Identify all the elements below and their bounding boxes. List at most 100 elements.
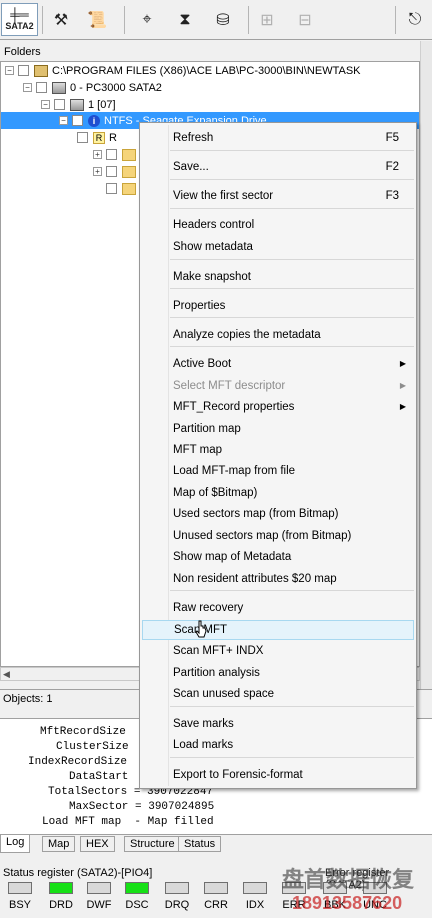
log-line: DataStart [69,771,129,783]
expand-icon[interactable]: + [93,167,102,176]
menu-item-non-resident-attributes-20-map[interactable]: Non resident attributes $20 map [142,569,414,589]
status-register-title: Status register (SATA2)-[PIO4] [3,867,153,879]
menu-item-load-marks[interactable]: Load marks [142,735,414,755]
menu-item-label: Headers control [173,219,255,231]
menu-separator [170,757,414,758]
folders-header: Folders [4,46,41,58]
status-led-drd [49,882,73,894]
menu-item-mft-map[interactable]: MFT map [142,440,414,460]
menu-item-select-mft-descriptor: Select MFT descriptor ▶ [142,376,414,396]
menu-item-view-the-first-sector[interactable]: View the first sector F3 [142,186,414,206]
menu-item-properties[interactable]: Properties [142,296,414,316]
menu-item-mft-record-properties[interactable]: MFT_Record properties ▶ [142,397,414,417]
log-line: Load MFT map - Map filled [42,816,214,828]
tree-node-folder[interactable] [106,180,140,197]
tab-map[interactable]: Map [42,836,76,852]
menu-separator [170,288,414,289]
menu-item-label: Show map of Metadata [173,551,292,563]
menu-item-label: Export to Forensic-format [173,769,303,781]
tab-hex[interactable]: HEX [80,836,115,852]
status-led-label: DWF [86,899,112,911]
tab-log[interactable]: Log [0,835,31,853]
collapse-icon[interactable]: − [59,116,68,125]
drive-icon [52,81,66,94]
tree-node-device[interactable]: − 0 - PC3000 SATA2 [23,79,162,96]
transfer-icon[interactable]: ⧗ [172,3,198,36]
menu-item-unused-sectors-map-from-bitmap[interactable]: Unused sectors map (from Bitmap) [142,526,414,546]
menu-item-shortcut: F5 [385,132,399,144]
sata2-label: SATA2 [5,20,34,31]
menu-separator [170,259,414,260]
exit-icon[interactable]: ⎋ [402,3,428,36]
expand-icon[interactable]: + [93,150,102,159]
menu-item-save[interactable]: Save... F2 [142,157,414,177]
tools-icon[interactable]: ⚒ [48,3,74,36]
tree-node-label: C:\PROGRAM FILES (X86)\ACE LAB\PC-3000\B… [52,64,361,77]
checkbox[interactable] [106,166,117,177]
folder-icon [122,148,136,161]
menu-item-label: MFT_Record properties [173,401,295,413]
menu-item-label: View the first sector [173,190,274,202]
status-led-drq [165,882,189,894]
binoculars-icon[interactable]: ⌖ [134,3,160,36]
menu-item-scan-mft-indx[interactable]: Scan MFT+ INDX [142,641,414,661]
menu-item-partition-analysis[interactable]: Partition analysis [142,663,414,683]
toolbar: ╪═ SATA2 ⚒ 📜 ⌖ ⧗ ⛁ ⊞ ⊟ ⎋ [0,0,432,40]
menu-item-scan-mft[interactable]: Scan MFT [142,620,414,640]
checkbox[interactable] [77,132,88,143]
menu-item-active-boot[interactable]: Active Boot ▶ [142,354,414,374]
scroll-left-icon[interactable]: ◀ [3,669,10,680]
menu-item-headers-control[interactable]: Headers control [142,215,414,235]
menu-item-label: Refresh [173,132,214,144]
menu-item-scan-unused-space[interactable]: Scan unused space [142,684,414,704]
collapse-icon[interactable]: − [5,66,14,75]
menu-separator [170,150,414,151]
vertical-scrollbar[interactable] [420,41,432,689]
menu-item-analyze-copies-the-metadata[interactable]: Analyze copies the metadata [142,325,414,345]
status-led-bsy [8,882,32,894]
menu-item-load-mft-map-from-file[interactable]: Load MFT-map from file [142,461,414,481]
tree-node-folder[interactable]: + [93,163,140,180]
menu-item-export-to-forensic-format[interactable]: Export to Forensic-format [142,765,414,785]
tree-node-partition-group[interactable]: − 1 [07] [41,96,116,113]
toolbar-separator [42,6,43,34]
menu-item-show-metadata[interactable]: Show metadata [142,237,414,257]
tree-node-r[interactable]: R R [77,129,117,146]
menu-item-label: MFT map [173,444,222,456]
tree-node-folder[interactable]: + [93,146,140,163]
menu-separator [170,179,414,180]
menu-item-save-marks[interactable]: Save marks [142,714,414,734]
checkbox[interactable] [36,82,47,93]
checkbox[interactable] [106,149,117,160]
menu-item-partition-map[interactable]: Partition map [142,419,414,439]
collapse-icon[interactable]: − [23,83,32,92]
checkbox[interactable] [106,183,117,194]
disk-read-icon[interactable]: ⛁ [210,3,236,36]
sata2-port-button[interactable]: ╪═ SATA2 [1,3,38,36]
menu-item-label: Make snapshot [173,271,251,283]
collapse-icon[interactable]: − [41,100,50,109]
menu-item-map-of-bitmap[interactable]: Map of $Bitmap) [142,483,414,503]
menu-item-label: Map of $Bitmap) [173,487,258,499]
tab-structure[interactable]: Structure [124,836,181,852]
menu-item-label: Used sectors map (from Bitmap) [173,508,339,520]
checkbox[interactable] [18,65,29,76]
tree-node-root[interactable]: − C:\PROGRAM FILES (X86)\ACE LAB\PC-3000… [5,62,361,79]
menu-item-label: Analyze copies the metadata [173,329,321,341]
tab-status[interactable]: Status [178,836,222,852]
menu-separator [170,317,414,318]
log-line: MftRecordSize [40,726,126,738]
bottom-tabs: Log Map HEX Structure Status [0,834,432,853]
menu-item-raw-recovery[interactable]: Raw recovery [142,598,414,618]
menu-item-label: Unused sectors map (from Bitmap) [173,530,352,542]
status-led-idx [243,882,267,894]
checkbox[interactable] [72,115,83,126]
scroll-icon[interactable]: 📜 [84,3,110,36]
menu-item-show-map-of-metadata[interactable]: Show map of Metadata [142,547,414,567]
disabled-tree-icon: ⊞ [260,11,274,29]
menu-item-label: Properties [173,300,226,312]
menu-item-used-sectors-map-from-bitmap[interactable]: Used sectors map (from Bitmap) [142,504,414,524]
menu-item-make-snapshot[interactable]: Make snapshot [142,267,414,287]
checkbox[interactable] [54,99,65,110]
menu-item-refresh[interactable]: Refresh F5 [142,128,414,148]
